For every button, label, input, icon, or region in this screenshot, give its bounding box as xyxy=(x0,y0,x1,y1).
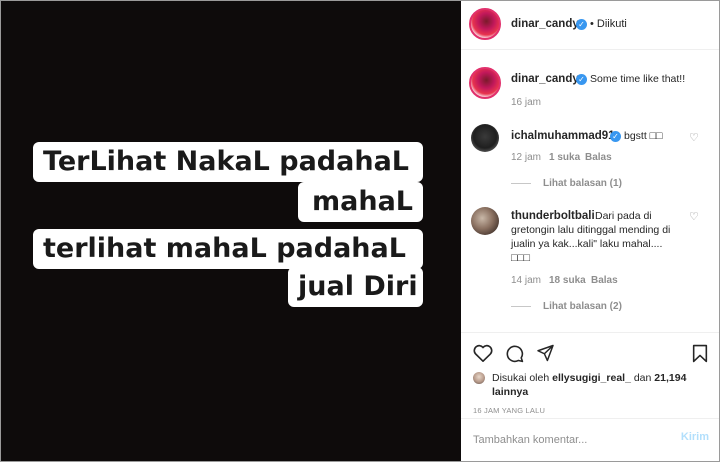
comment-avatar[interactable] xyxy=(471,124,499,152)
post-image[interactable]: TerLihat NakaL padahaL mahaL terlihat ma… xyxy=(1,1,461,461)
reply-divider xyxy=(511,183,531,184)
comment-icon[interactable] xyxy=(505,344,524,363)
comment-like-heart-icon[interactable]: ♡ xyxy=(689,133,699,144)
liker-avatar[interactable] xyxy=(473,372,485,384)
caption-username[interactable]: dinar_candy xyxy=(511,73,579,85)
liked-by-user[interactable]: ellysugigi_real_ xyxy=(552,372,631,384)
comment-reply-button[interactable]: Balas xyxy=(591,275,618,286)
comment-like-heart-icon[interactable]: ♡ xyxy=(689,212,699,223)
post-side-panel: dinar_candy ✓ • Diikuti dinar_candy ✓ So… xyxy=(461,1,719,461)
comment-time[interactable]: 14 jam xyxy=(511,275,541,286)
verified-badge-icon: ✓ xyxy=(576,74,587,85)
add-comment-input[interactable] xyxy=(473,431,673,449)
header-username[interactable]: dinar_candy xyxy=(511,18,579,30)
comment-likes[interactable]: 1 suka xyxy=(549,152,580,163)
caption-avatar[interactable] xyxy=(469,67,501,99)
caption-time[interactable]: 16 jam xyxy=(511,97,541,108)
comment-time[interactable]: 12 jam xyxy=(511,152,541,163)
image-text-line-1: TerLihat NakaL padahaL xyxy=(33,142,423,182)
verified-badge-icon: ✓ xyxy=(576,19,587,30)
comment-text: Dari pada di gretongin lalu ditinggal me… xyxy=(511,210,671,264)
follow-status[interactable]: • Diikuti xyxy=(590,18,627,30)
comment-text: bgstt □□ xyxy=(624,130,663,142)
comment-likes[interactable]: 18 suka xyxy=(549,275,586,286)
caption-text: Some time like that!! xyxy=(590,73,686,85)
view-replies-button[interactable]: Lihat balasan (1) xyxy=(543,178,622,189)
post-timestamp[interactable]: 16 JAM YANG LALU xyxy=(473,406,545,415)
post-actions: Disukai oleh ellysugigi_real_ dan 21,194… xyxy=(461,332,719,417)
comments-list[interactable]: dinar_candy ✓ Some time like that!! 16 j… xyxy=(461,51,719,331)
comment-avatar[interactable] xyxy=(471,207,499,235)
send-comment-button[interactable]: Kirim xyxy=(681,431,709,443)
owner-avatar[interactable] xyxy=(469,8,501,40)
reply-divider xyxy=(511,306,531,307)
liked-by-conjunction: dan xyxy=(633,372,652,384)
comment-reply-button[interactable]: Balas xyxy=(585,152,612,163)
post-header: dinar_candy ✓ • Diikuti xyxy=(461,1,719,50)
save-bookmark-icon[interactable] xyxy=(692,344,708,363)
verified-badge-icon: ✓ xyxy=(610,131,621,142)
likes-summary: Disukai oleh ellysugigi_real_ dan 21,194… xyxy=(492,371,707,399)
share-icon[interactable] xyxy=(536,344,555,362)
image-text-line-4: jual Diri xyxy=(288,267,423,307)
image-text-line-2: mahaL xyxy=(298,182,423,222)
like-heart-icon[interactable] xyxy=(473,344,493,362)
view-replies-button[interactable]: Lihat balasan (2) xyxy=(543,301,622,312)
comment-username[interactable]: ichalmuhammad91 xyxy=(511,130,615,142)
image-text-line-3: terlihat mahaL padahaL xyxy=(33,229,423,269)
liked-by-prefix: Disukai oleh xyxy=(492,372,550,384)
add-comment-bar: Kirim xyxy=(461,418,719,461)
